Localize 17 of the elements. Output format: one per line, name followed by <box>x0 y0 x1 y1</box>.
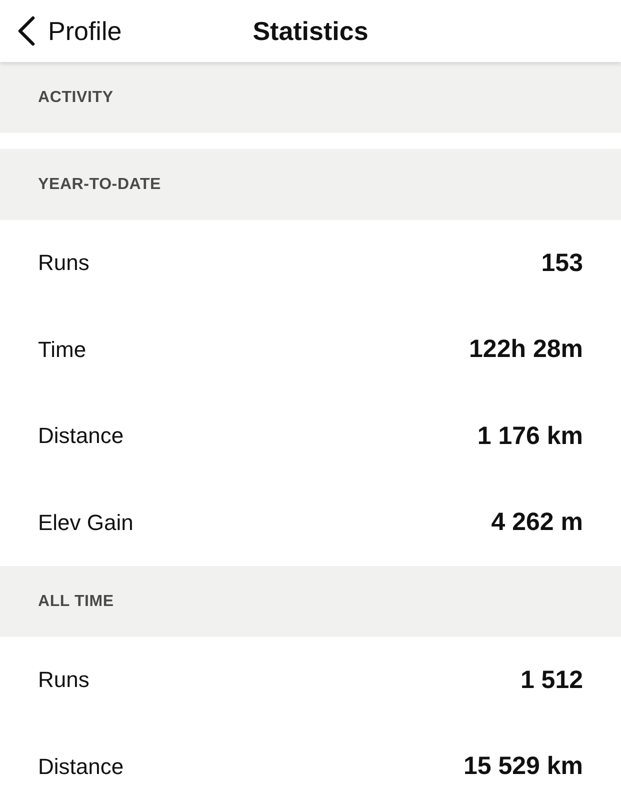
stat-value: 1 176 km <box>477 422 583 451</box>
stat-value: 1 512 <box>520 666 583 695</box>
stat-label: Runs <box>38 250 90 276</box>
stat-label: Distance <box>38 423 124 450</box>
stat-value: 4 262 m <box>491 508 583 538</box>
stat-label: Runs <box>38 667 90 694</box>
stat-label: Distance <box>38 754 124 780</box>
back-button[interactable]: Profile <box>12 12 126 50</box>
stat-value: 153 <box>541 248 583 278</box>
stat-value: 122h 28m <box>469 335 583 364</box>
page-title: Statistics <box>252 16 368 46</box>
stat-label: Time <box>38 336 86 363</box>
section-header: YEAR-TO-DATE <box>0 149 621 220</box>
section-header: ACTIVITY <box>0 62 621 133</box>
stat-value: 15 529 km <box>463 752 583 782</box>
stat-label: Elev Gain <box>38 510 134 536</box>
section-header: ALL TIME <box>0 566 621 637</box>
